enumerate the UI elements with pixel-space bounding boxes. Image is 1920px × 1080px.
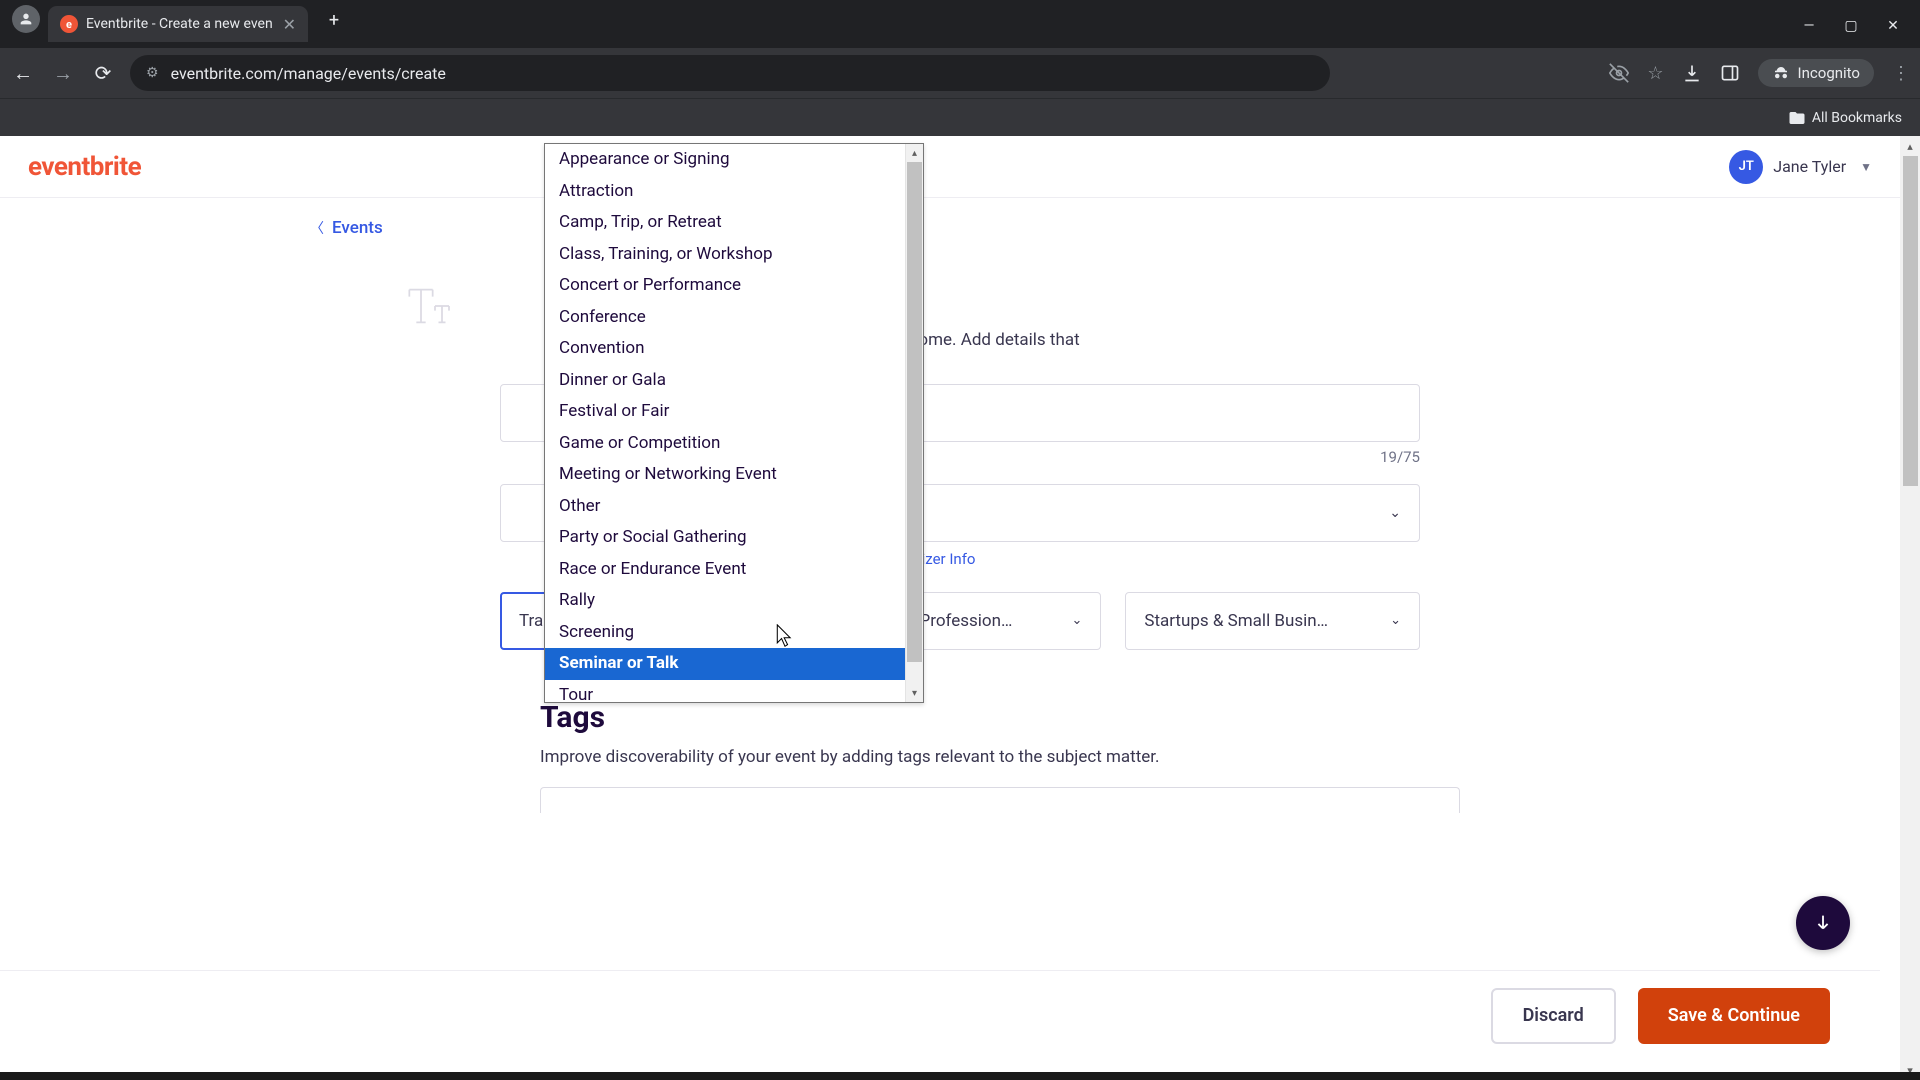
dropdown-option[interactable]: Other	[545, 491, 905, 523]
tab-strip: e Eventbrite - Create a new even ✕ +	[8, 0, 1800, 48]
maximize-icon[interactable]: ▢	[1842, 18, 1860, 34]
incognito-label: Incognito	[1798, 64, 1860, 82]
tags-subtext: Improve discoverability of your event by…	[540, 747, 1900, 767]
back-icon[interactable]: ←	[10, 61, 36, 86]
bookmark-star-icon[interactable]: ☆	[1647, 63, 1663, 84]
avatar: JT	[1729, 150, 1763, 184]
subcategory-value: Startups & Small Busin…	[1144, 611, 1328, 631]
footer-bar: Discard Save & Continue	[0, 970, 1880, 1060]
url-text: eventbrite.com/manage/events/create	[171, 64, 446, 83]
dropdown-option[interactable]: Camp, Trip, or Retreat	[545, 207, 905, 239]
download-icon[interactable]	[1682, 63, 1702, 83]
new-tab-button[interactable]: +	[320, 6, 348, 34]
bookmarks-bar: All Bookmarks	[0, 98, 1920, 136]
address-bar: ← → ⟳ ⚙ eventbrite.com/manage/events/cre…	[0, 48, 1920, 98]
eye-off-icon[interactable]	[1609, 63, 1629, 83]
url-field[interactable]: ⚙ eventbrite.com/manage/events/create	[130, 55, 1330, 91]
discard-button[interactable]: Discard	[1491, 988, 1616, 1044]
dropdown-option[interactable]: Tour	[545, 680, 905, 703]
dropdown-option[interactable]: Meeting or Networking Event	[545, 459, 905, 491]
user-name: Jane Tyler	[1773, 157, 1846, 176]
tab-close-icon[interactable]: ✕	[283, 15, 296, 34]
dropdown-option[interactable]: Class, Training, or Workshop	[545, 239, 905, 271]
minimize-icon[interactable]: ―	[1800, 18, 1818, 34]
dropdown-option[interactable]: Seminar or Talk	[545, 648, 905, 680]
dropdown-option[interactable]: Race or Endurance Event	[545, 554, 905, 586]
chevron-down-icon: ⌄	[1389, 505, 1401, 521]
all-bookmarks-label: All Bookmarks	[1812, 110, 1902, 126]
scroll-up-icon[interactable]: ▴	[1900, 136, 1920, 156]
chevron-down-icon: ⌄	[1071, 613, 1082, 628]
scroll-down-icon[interactable]: ▾	[906, 684, 923, 702]
dropdown-option[interactable]: Concert or Performance	[545, 270, 905, 302]
dropdown-option[interactable]: Convention	[545, 333, 905, 365]
subcategory-select[interactable]: Startups & Small Busin… ⌄	[1125, 592, 1420, 650]
toolbar-right: ☆ Incognito ⋮	[1609, 59, 1910, 87]
dropdown-option[interactable]: Conference	[545, 302, 905, 334]
app-header: eventbrite JT Jane Tyler ▼	[0, 136, 1900, 198]
incognito-badge[interactable]: Incognito	[1758, 59, 1874, 87]
dropdown-scrollbar[interactable]: ▴ ▾	[905, 144, 923, 702]
back-link-label: Events	[332, 218, 383, 238]
forward-icon: →	[50, 61, 76, 86]
page-scrollbar[interactable]: ▴ ▾	[1900, 136, 1920, 1080]
kebab-menu-icon[interactable]: ⋮	[1892, 63, 1910, 84]
dropdown-option[interactable]: Screening	[545, 617, 905, 649]
dropdown-list[interactable]: Appearance or SigningAttractionCamp, Tri…	[545, 144, 923, 702]
side-panel-icon[interactable]	[1720, 63, 1740, 83]
profile-icon[interactable]	[12, 5, 40, 33]
dropdown-option[interactable]: Game or Competition	[545, 428, 905, 460]
dropdown-option[interactable]: Dinner or Gala	[545, 365, 905, 397]
chevron-left-icon: 〈	[310, 218, 324, 238]
tags-heading: Tags	[540, 700, 1900, 735]
scrollbar-thumb[interactable]	[907, 162, 922, 662]
chevron-down-icon: ⌄	[1390, 613, 1401, 628]
app-viewport: eventbrite JT Jane Tyler ▼ 〈 Events Name…	[0, 136, 1920, 1080]
tab-title: Eventbrite - Create a new even	[86, 16, 275, 32]
scroll-up-icon[interactable]: ▴	[906, 144, 923, 162]
dropdown-option[interactable]: Festival or Fair	[545, 396, 905, 428]
dropdown-option[interactable]: Appearance or Signing	[545, 144, 905, 176]
browser-tab[interactable]: e Eventbrite - Create a new even ✕	[48, 6, 308, 42]
os-taskbar	[0, 1072, 1920, 1080]
window-controls: ― ▢ ✕	[1800, 18, 1912, 34]
type-dropdown[interactable]: Appearance or SigningAttractionCamp, Tri…	[544, 143, 924, 703]
reload-icon[interactable]: ⟳	[90, 61, 116, 85]
dropdown-option[interactable]: Party or Social Gathering	[545, 522, 905, 554]
all-bookmarks-button[interactable]: All Bookmarks	[1788, 109, 1902, 127]
browser-tab-strip: e Eventbrite - Create a new even ✕ + ― ▢…	[0, 0, 1920, 48]
save-continue-button[interactable]: Save & Continue	[1638, 988, 1830, 1044]
brand-logo[interactable]: eventbrite	[28, 152, 141, 182]
tags-input[interactable]	[540, 787, 1460, 813]
tags-section: Tags Improve discoverability of your eve…	[540, 700, 1900, 813]
favicon-icon: e	[60, 15, 78, 33]
text-section-icon	[400, 278, 460, 338]
scroll-down-fab[interactable]	[1796, 896, 1850, 950]
user-menu[interactable]: JT Jane Tyler ▼	[1729, 150, 1872, 184]
scrollbar-thumb[interactable]	[1903, 156, 1918, 486]
site-settings-icon[interactable]: ⚙	[146, 65, 159, 81]
dropdown-option[interactable]: Rally	[545, 585, 905, 617]
dropdown-option[interactable]: Attraction	[545, 176, 905, 208]
page-body: 〈 Events Name your event and tell event-…	[0, 198, 1900, 813]
chevron-down-icon: ▼	[1860, 160, 1872, 174]
close-window-icon[interactable]: ✕	[1884, 18, 1902, 34]
